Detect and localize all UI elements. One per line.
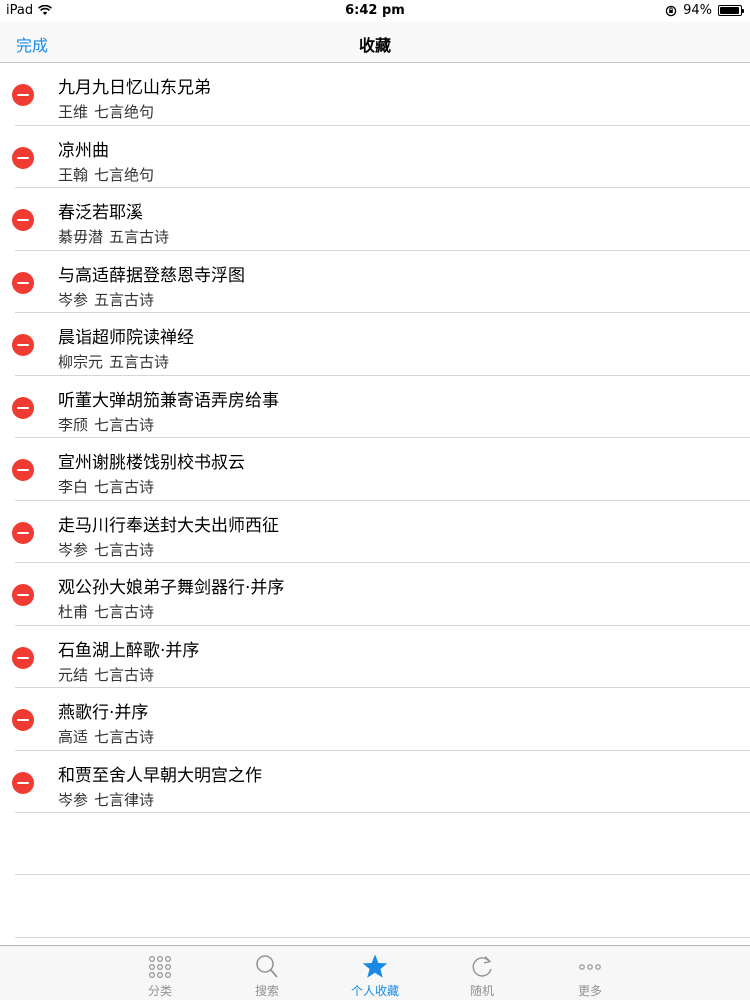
navigation-bar: 完成 收藏	[0, 22, 750, 63]
favorite-row[interactable]: 九月九日忆山东兄弟 王维 七言绝句	[0, 63, 750, 126]
poem-title: 和贾至舍人早朝大明宫之作	[58, 765, 262, 786]
delete-icon[interactable]	[12, 771, 34, 794]
poem-title: 听董大弹胡笳兼寄语弄房给事	[58, 390, 279, 411]
poem-author: 王维	[58, 103, 89, 121]
poem-title: 春泛若耶溪	[58, 203, 143, 223]
poem-form: 五言古诗	[109, 353, 170, 371]
delete-icon[interactable]	[12, 84, 34, 106]
tab-random[interactable]: 随机	[437, 946, 527, 1000]
poem-form: 五言古诗	[109, 228, 170, 246]
rotation-lock-icon	[665, 5, 677, 16]
poem-title: 燕歌行·并序	[58, 703, 149, 723]
poem-author: 元结	[58, 665, 89, 684]
poem-form: 七言古诗	[94, 415, 155, 434]
tab-more[interactable]: 更多	[545, 946, 635, 1000]
poem-author: 李白	[58, 478, 89, 496]
poem-author: 岑参	[58, 290, 89, 309]
favorite-row[interactable]: 晨诣超师院读禅经 柳宗元 五言古诗	[0, 313, 750, 376]
poem-title: 走马川行奉送封大夫出师西征	[58, 515, 279, 536]
poem-form: 七言古诗	[94, 665, 155, 684]
favorite-row[interactable]: 燕歌行·并序 高适 七言古诗	[0, 688, 750, 751]
tab-favorites[interactable]: 个人收藏	[330, 946, 420, 1000]
delete-icon[interactable]	[12, 584, 34, 606]
poem-title: 凉州曲	[58, 140, 109, 161]
favorite-row[interactable]: 凉州曲王翰 七言绝句	[0, 126, 750, 189]
favorites-list: 九月九日忆山东兄弟 王维 七言绝句 凉州曲 王翰 七言绝句 春泛若耶溪 綦毋潜 五言古诗 与高适薛…	[0, 63, 750, 813]
delete-icon[interactable]	[12, 209, 34, 231]
favorite-row[interactable]: 和贾至舍人早朝大明宫之作 岑参 七言律诗	[0, 751, 750, 814]
delete-icon[interactable]	[12, 146, 34, 169]
tab-label: 搜索	[254, 984, 279, 998]
poem-meta: 王维 七言绝句	[58, 101, 154, 122]
poem-author: 杜甫	[58, 603, 89, 621]
poem-author: 高适	[58, 728, 89, 746]
poem-author: 綦毋潜	[58, 228, 104, 246]
favorite-row[interactable]: 石鱼湖上醉歌·并序 元结 七言古诗	[0, 626, 750, 689]
tab-label: 更多	[577, 984, 602, 998]
poem-form: 七言古诗	[94, 478, 155, 496]
poem-form: 七言绝句	[94, 103, 155, 121]
star-icon	[362, 954, 388, 978]
favorite-row[interactable]: 走马川行奉送封大夫出师西征 岑参 七言古诗	[0, 501, 750, 564]
delete-icon[interactable]	[12, 459, 34, 481]
status-time: 6:42 pm	[345, 3, 405, 18]
page-title: 收藏	[358, 36, 391, 55]
delete-icon[interactable]	[12, 271, 34, 294]
grid-dots-icon	[148, 955, 172, 979]
poem-title: 观公孙大娘弟子舞剑器行·并序	[58, 578, 285, 598]
tab-bar: 分类 搜索 个人收藏 随机 更多	[0, 945, 750, 1000]
poem-form: 七言古诗	[94, 728, 155, 746]
poem-meta: 元结 七言古诗	[58, 664, 154, 685]
battery-percent: 94%	[683, 3, 712, 18]
poem-meta: 岑参 七言古诗	[58, 539, 154, 560]
poem-title: 九月九日忆山东兄弟	[58, 78, 211, 98]
more-icon	[579, 964, 601, 970]
tab-label: 个人收藏	[350, 984, 399, 998]
poem-author: 柳宗元	[58, 353, 104, 371]
poem-title: 石鱼湖上醉歌·并序	[58, 640, 200, 661]
tab-label: 分类	[147, 984, 172, 998]
poem-title: 晨诣超师院读禅经	[58, 328, 194, 348]
delete-icon[interactable]	[12, 521, 34, 544]
delete-icon[interactable]	[12, 334, 34, 356]
battery-icon	[718, 5, 744, 16]
poem-form: 五言古诗	[94, 290, 155, 309]
poem-meta: 高适 七言古诗	[58, 726, 154, 747]
poem-meta: 岑参 五言古诗	[58, 289, 154, 310]
empty-row-separator	[15, 937, 750, 938]
poem-author: 岑参	[58, 540, 89, 559]
poem-title: 宣州谢朓楼饯别校书叔云	[58, 453, 245, 473]
poem-author: 王翰	[58, 165, 89, 184]
poem-meta: 杜甫 七言古诗	[58, 601, 154, 622]
poem-title: 与高适薛据登慈恩寺浮图	[58, 265, 245, 286]
status-bar: iPad 6:42 pm 94%	[0, 0, 750, 22]
poem-form: 七言绝句	[94, 165, 155, 184]
search-icon	[256, 955, 278, 978]
empty-row-separator	[15, 874, 750, 875]
tab-categories[interactable]: 分类	[115, 946, 205, 1000]
poem-meta: 綦毋潜 五言古诗	[58, 226, 169, 247]
delete-icon[interactable]	[12, 709, 34, 731]
favorite-row[interactable]: 与高适薛据登慈恩寺浮图 岑参 五言古诗	[0, 251, 750, 314]
poem-form: 七言古诗	[94, 540, 155, 559]
poem-form: 七言古诗	[94, 603, 155, 621]
poem-author: 李颀	[58, 415, 89, 434]
tab-label: 随机	[469, 984, 494, 998]
poem-meta: 王翰 七言绝句	[58, 164, 154, 185]
poem-meta: 岑参 七言律诗	[58, 789, 154, 810]
favorite-row[interactable]: 听董大弹胡笳兼寄语弄房给事 李颀 七言古诗	[0, 376, 750, 439]
favorite-row[interactable]: 春泛若耶溪綦毋潜 五言古诗	[0, 188, 750, 251]
poem-form: 七言律诗	[94, 790, 155, 809]
poem-meta: 柳宗元 五言古诗	[58, 351, 169, 372]
delete-icon[interactable]	[12, 646, 34, 669]
refresh-icon	[472, 956, 492, 977]
favorite-row[interactable]: 观公孙大娘弟子舞剑器行·并序 杜甫 七言古诗	[0, 563, 750, 626]
delete-icon[interactable]	[12, 396, 34, 419]
poem-author: 岑参	[58, 790, 89, 809]
status-right: 94%	[665, 3, 744, 18]
favorite-row[interactable]: 宣州谢朓楼饯别校书叔云 李白 七言古诗	[0, 438, 750, 501]
poem-meta: 李白 七言古诗	[58, 476, 154, 497]
poem-meta: 李颀 七言古诗	[58, 414, 154, 435]
tab-search[interactable]: 搜索	[222, 946, 312, 1000]
